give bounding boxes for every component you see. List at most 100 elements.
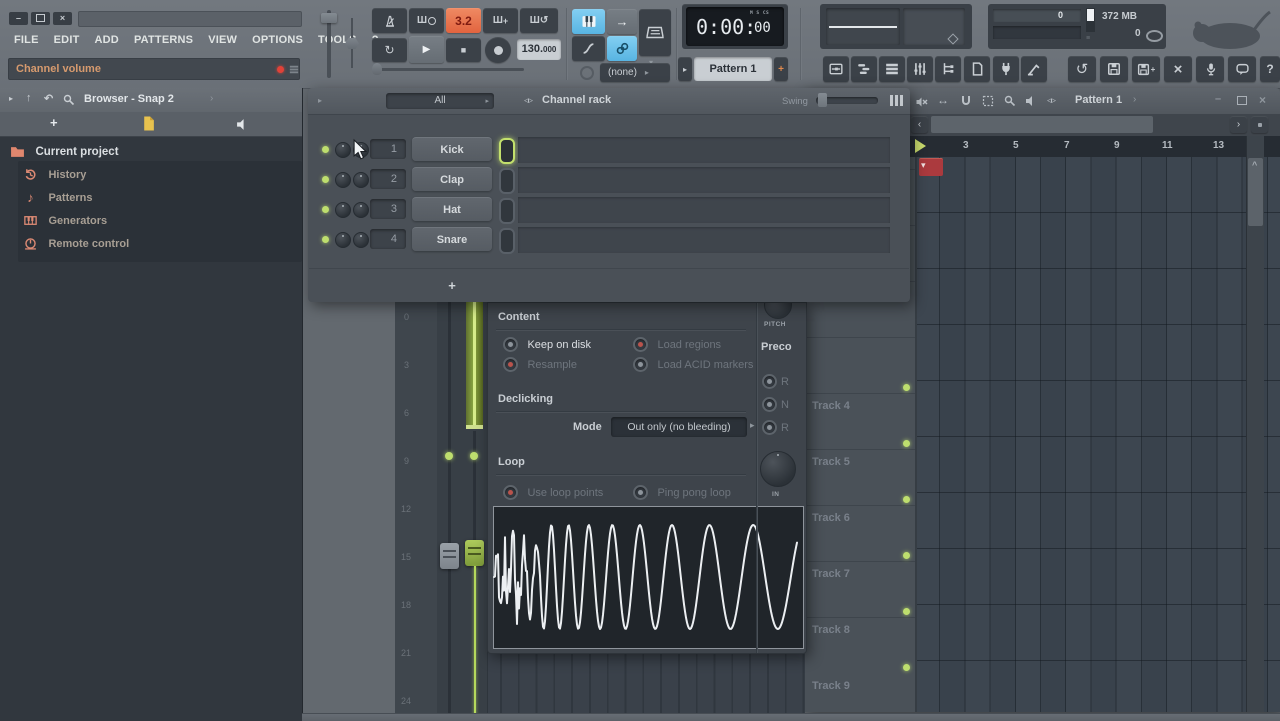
track-name[interactable]: Track 5 bbox=[812, 456, 850, 468]
channel-button[interactable]: Snare bbox=[412, 227, 492, 251]
help-button[interactable]: ? bbox=[1260, 56, 1280, 82]
audio-recording-button[interactable] bbox=[1196, 56, 1224, 82]
menu-options[interactable]: OPTIONS bbox=[252, 34, 303, 46]
pan-arrows-icon[interactable]: ↔ bbox=[937, 93, 949, 107]
typing-keyboard-button[interactable] bbox=[639, 9, 671, 56]
wait-for-input-button[interactable]: Ш bbox=[409, 8, 444, 33]
track-name[interactable]: Track 9 bbox=[812, 680, 850, 692]
scroll-options-button[interactable] bbox=[1251, 116, 1268, 133]
master-volume-slider[interactable] bbox=[321, 13, 337, 23]
channel-enable-led[interactable] bbox=[322, 236, 329, 243]
browser-audio-tab-icon[interactable] bbox=[236, 118, 249, 131]
option-load-regions[interactable]: Load regions bbox=[633, 336, 721, 354]
channel-pan-knob[interactable] bbox=[335, 142, 351, 158]
tree-item-remote-control[interactable]: Remote control bbox=[24, 235, 129, 253]
channel-volume-knob[interactable] bbox=[353, 232, 369, 248]
tempo-display[interactable]: 130.000 bbox=[517, 39, 561, 60]
browser-add-tab[interactable]: + bbox=[50, 115, 58, 130]
fade-in-knob[interactable] bbox=[760, 451, 796, 487]
playlist-close-button[interactable]: × bbox=[1259, 93, 1266, 107]
rack-slide-icon[interactable]: ◃▹ bbox=[524, 95, 533, 106]
one-click-recording-button[interactable]: ↺ bbox=[1068, 56, 1096, 82]
browser-search-icon[interactable] bbox=[63, 94, 75, 106]
speaker-icon[interactable] bbox=[1025, 95, 1037, 107]
save-new-version-button[interactable]: + bbox=[1132, 56, 1160, 82]
plugin-picker-button[interactable] bbox=[964, 56, 990, 82]
record-button[interactable] bbox=[485, 37, 511, 63]
channel-button[interactable]: Hat bbox=[412, 197, 492, 221]
pattern-next-button[interactable]: + bbox=[774, 57, 788, 81]
metronome-button[interactable] bbox=[372, 8, 407, 33]
stop-button[interactable]: ■ bbox=[446, 38, 481, 62]
track-name[interactable]: Track 6 bbox=[812, 512, 850, 524]
render-button[interactable]: × bbox=[1164, 56, 1192, 82]
plugin-button[interactable] bbox=[993, 56, 1019, 82]
playlist-minimize-button[interactable]: – bbox=[1215, 93, 1221, 105]
option-ping-pong[interactable]: Ping pong loop bbox=[633, 484, 731, 502]
h-scrollbar-thumb[interactable] bbox=[931, 116, 1153, 133]
menu-edit[interactable]: EDIT bbox=[54, 34, 80, 46]
track-name[interactable]: Track 7 bbox=[812, 568, 850, 580]
save-button[interactable] bbox=[1100, 56, 1128, 82]
tree-item-patterns[interactable]: ♪ Patterns bbox=[24, 189, 92, 207]
playhead-marker[interactable] bbox=[915, 139, 926, 153]
recording-filter-button[interactable] bbox=[572, 36, 605, 61]
countdown-precount-button[interactable]: 3.2 bbox=[446, 8, 481, 33]
browser-button[interactable] bbox=[935, 56, 961, 82]
select-icon[interactable] bbox=[982, 95, 994, 107]
option-load-acid[interactable]: Load ACID markers bbox=[633, 356, 753, 374]
swing-slider-handle[interactable] bbox=[818, 93, 827, 107]
track-led[interactable] bbox=[903, 608, 910, 615]
touch-controller-button[interactable] bbox=[1021, 56, 1047, 82]
fader-handle[interactable] bbox=[440, 543, 459, 569]
multilink-button[interactable] bbox=[607, 36, 637, 61]
browser-collapse-icon[interactable]: ▸ bbox=[9, 94, 13, 103]
step-sequencer-area[interactable] bbox=[518, 227, 890, 253]
menu-patterns[interactable]: PATTERNS bbox=[134, 34, 193, 46]
menu-file[interactable]: FILE bbox=[14, 34, 39, 46]
channel-led-strip[interactable] bbox=[499, 228, 515, 254]
close-button[interactable]: × bbox=[53, 12, 72, 25]
snap-selector[interactable]: (none)▸ bbox=[600, 63, 670, 82]
step-edit-button[interactable]: Ш+ bbox=[483, 8, 518, 33]
rack-display-grid-icon[interactable] bbox=[890, 95, 893, 106]
fx-remove-dc[interactable]: R bbox=[762, 373, 789, 391]
option-keep-on-disk[interactable]: Keep on disk bbox=[503, 336, 591, 354]
track-led[interactable] bbox=[903, 496, 910, 503]
scroll-left-button[interactable]: ‹ bbox=[911, 116, 928, 133]
browser-more-icon[interactable]: › bbox=[210, 93, 213, 104]
channel-pan-knob[interactable] bbox=[335, 232, 351, 248]
slide-switch-icon[interactable]: ◃▹ bbox=[1047, 95, 1056, 106]
rack-titlebar[interactable]: ▸ All▸ ◃▹ Channel rack Swing bbox=[308, 88, 910, 115]
pattern-prev-button[interactable]: ▸ bbox=[678, 57, 692, 81]
track-led[interactable] bbox=[903, 384, 910, 391]
track-led[interactable] bbox=[903, 552, 910, 559]
menu-add[interactable]: ADD bbox=[95, 34, 119, 46]
browser-file-tab-icon[interactable] bbox=[142, 116, 155, 131]
channel-filter-selector[interactable]: All▸ bbox=[386, 93, 494, 109]
tree-item-history[interactable]: History bbox=[24, 166, 86, 184]
channel-volume-knob[interactable] bbox=[353, 172, 369, 188]
fx-reverse[interactable]: R bbox=[762, 419, 789, 437]
track-name[interactable]: Track 8 bbox=[812, 624, 850, 636]
channel-pan-knob[interactable] bbox=[335, 172, 351, 188]
track-name[interactable]: Track 4 bbox=[812, 400, 850, 412]
v-scrollbar[interactable]: ^ bbox=[1246, 136, 1264, 712]
mixer-button[interactable] bbox=[907, 56, 933, 82]
channel-button[interactable]: Kick bbox=[412, 137, 492, 161]
declick-mode-selector[interactable]: Out only (no bleeding) bbox=[611, 417, 747, 437]
loop-record-button[interactable]: Ш↺ bbox=[520, 8, 558, 33]
channel-rack-button[interactable] bbox=[879, 56, 905, 82]
playlist-button[interactable] bbox=[823, 56, 849, 82]
play-button[interactable]: ▶ bbox=[409, 36, 444, 63]
tree-item-generators[interactable]: Generators bbox=[24, 212, 107, 230]
scroll-right-button[interactable]: › bbox=[1230, 116, 1247, 133]
minimize-button[interactable]: – bbox=[9, 12, 28, 25]
magnet-icon[interactable] bbox=[960, 95, 972, 107]
tree-root[interactable]: Current project bbox=[10, 143, 119, 161]
menu-view[interactable]: VIEW bbox=[208, 34, 237, 46]
lane-led[interactable] bbox=[470, 452, 478, 460]
browser-up-icon[interactable]: ↑ bbox=[26, 92, 32, 104]
track-led[interactable] bbox=[903, 440, 910, 447]
piano-roll-button[interactable] bbox=[851, 56, 877, 82]
